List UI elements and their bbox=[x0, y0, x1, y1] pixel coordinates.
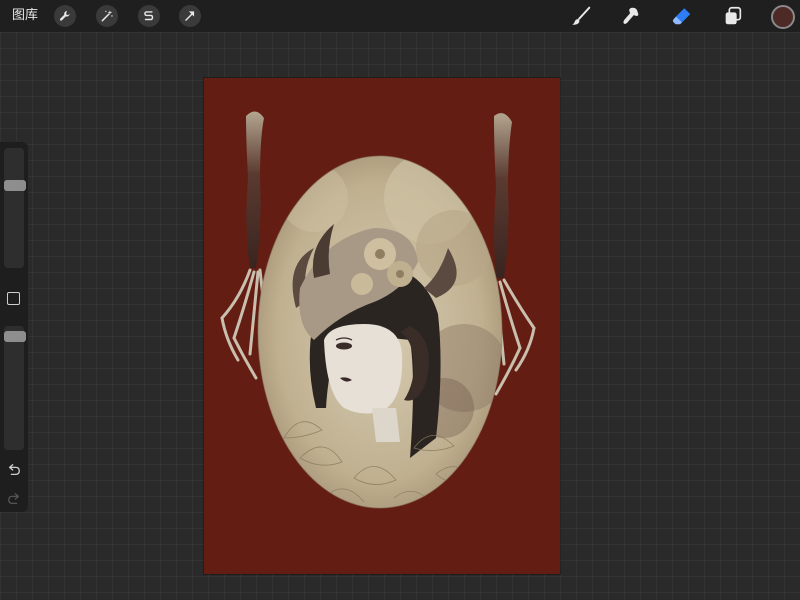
brush-tool[interactable] bbox=[569, 4, 593, 28]
top-toolbar: 图库 bbox=[0, 0, 800, 32]
selection-s-icon bbox=[144, 11, 154, 21]
eraser-tool[interactable] bbox=[670, 4, 694, 28]
arrow-cursor-icon bbox=[185, 11, 195, 21]
opacity-slider[interactable] bbox=[4, 326, 26, 450]
adjustments-button[interactable] bbox=[96, 5, 118, 27]
left-sidebar bbox=[0, 142, 28, 512]
artwork bbox=[204, 78, 560, 574]
modify-square-icon[interactable] bbox=[7, 292, 20, 305]
redo-icon[interactable] bbox=[7, 492, 21, 506]
smudge-tool[interactable] bbox=[619, 4, 643, 28]
opacity-thumb[interactable] bbox=[4, 331, 26, 343]
gallery-button[interactable]: 图库 bbox=[12, 7, 38, 25]
brush-icon bbox=[572, 6, 591, 25]
undo-icon[interactable] bbox=[7, 463, 21, 477]
smudge-icon bbox=[623, 7, 639, 24]
magic-wand-icon bbox=[101, 10, 113, 22]
brush-size-thumb[interactable] bbox=[4, 179, 26, 191]
drawing-canvas[interactable] bbox=[204, 78, 560, 574]
brush-size-slider[interactable] bbox=[4, 148, 26, 268]
layers-icon bbox=[725, 6, 742, 25]
layers-button[interactable] bbox=[721, 4, 745, 28]
color-swatch[interactable] bbox=[771, 5, 795, 29]
transform-button[interactable] bbox=[179, 5, 201, 27]
procreate-workspace: 图库 bbox=[0, 0, 800, 600]
wrench-icon bbox=[59, 11, 70, 21]
eraser-icon bbox=[672, 8, 691, 25]
actions-button[interactable] bbox=[54, 5, 76, 27]
selection-button[interactable] bbox=[138, 5, 160, 27]
